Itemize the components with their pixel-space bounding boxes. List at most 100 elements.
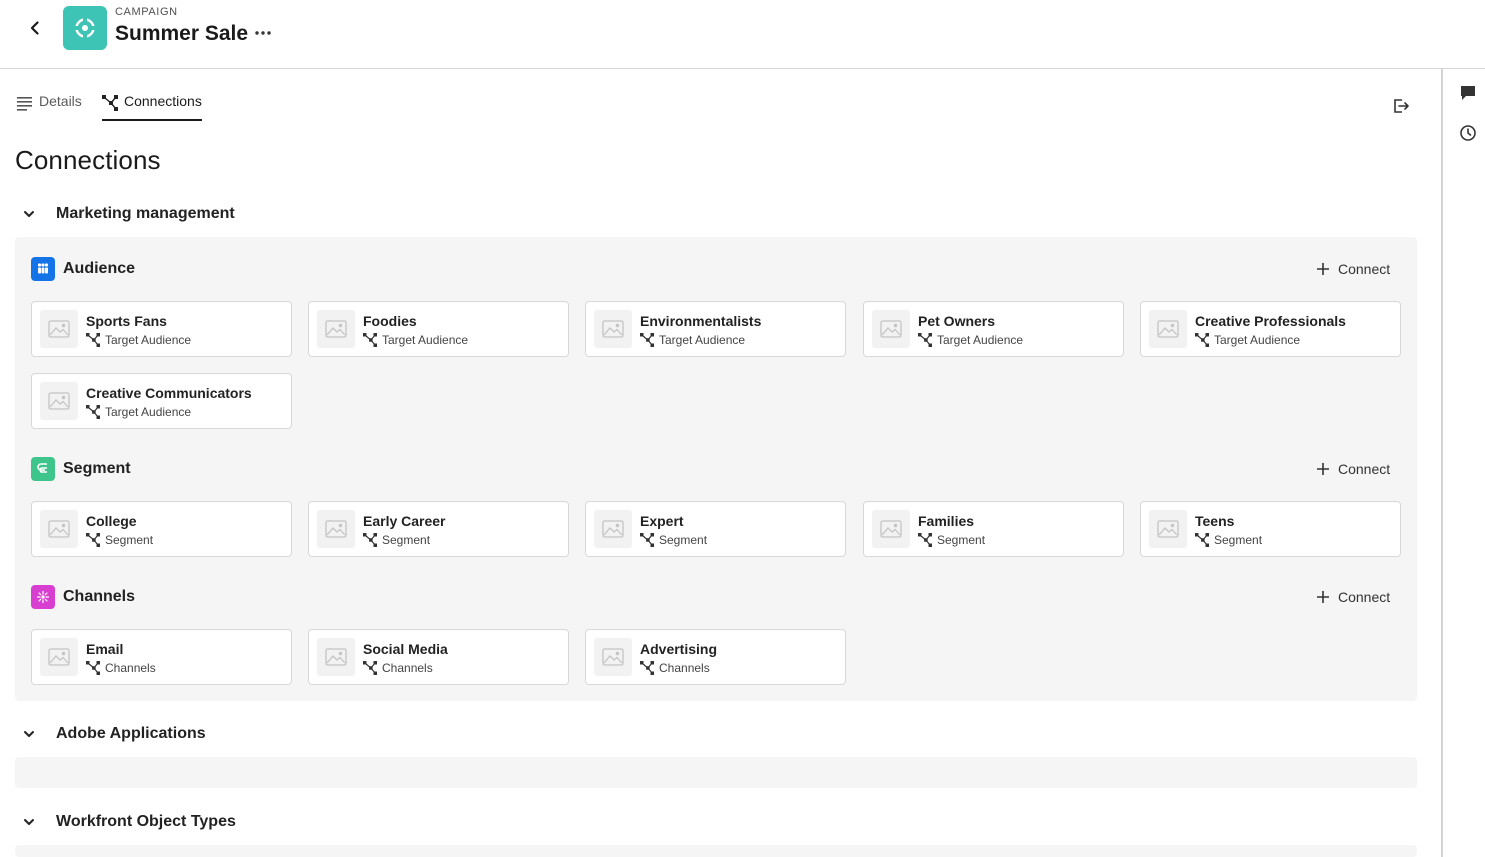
audience-card[interactable]: Foodies Target Audience [308,301,569,357]
card-subtitle: Target Audience [86,333,191,347]
audience-card[interactable]: Pet Owners Target Audience [863,301,1124,357]
image-icon [1157,520,1179,538]
audience-card[interactable]: Environmentalists Target Audience [585,301,846,357]
thumbnail [872,510,910,548]
card-type: Channels [382,661,433,675]
section-marketing-toggle[interactable]: Marketing management [22,203,235,225]
image-icon [325,320,347,338]
image-icon [325,648,347,666]
export-button[interactable] [1390,95,1412,117]
group-audience-label: Audience [63,260,136,277]
audience-card[interactable]: Creative Professionals Target Audience [1140,301,1401,357]
channels-icon [31,585,55,609]
card-type: Segment [937,533,986,547]
card-type: Channels [105,661,156,675]
card-type: Segment [382,533,431,547]
section-adobe-toggle[interactable]: Adobe Applications [22,723,206,745]
audience-connect-label: Connect [1338,261,1391,277]
history-icon [1460,125,1476,141]
object-type-label: CAMPAIGN [115,6,178,18]
card-type: Segment [1214,533,1263,547]
connection-icon [640,533,654,547]
channels-connect-button[interactable]: Connect [1316,586,1390,608]
section-adobe-label: Adobe Applications [56,725,206,742]
image-icon [880,320,902,338]
card-type: Target Audience [382,333,469,347]
card-title: Environmentalists [640,313,762,329]
audience-card[interactable]: Creative Communicators Target Audience [31,373,292,429]
page-title-header: Summer Sale [115,22,249,45]
card-title: Creative Professionals [1195,313,1346,329]
comment-icon [1461,86,1475,100]
thumbnail [317,638,355,676]
thumbnail [1149,510,1187,548]
audience-connect-button[interactable]: Connect [1316,258,1390,280]
history-button[interactable] [1457,122,1479,144]
image-icon [602,320,624,338]
chevron-down-icon [22,815,36,829]
card-type: Segment [105,533,154,547]
section-marketing-label: Marketing management [56,205,235,222]
tab-connections[interactable]: Connections [102,93,202,121]
thumbnail [40,638,78,676]
segment-card[interactable]: Expert Segment [585,501,846,557]
thumbnail [40,510,78,548]
audience-card[interactable]: Sports Fans Target Audience [31,301,292,357]
card-subtitle: Channels [640,661,710,675]
thumbnail [594,310,632,348]
card-type: Target Audience [105,405,192,419]
card-subtitle: Segment [363,533,430,547]
segment-card[interactable]: Teens Segment [1140,501,1401,557]
connection-icon [86,405,100,419]
image-icon [602,520,624,538]
connection-icon [86,533,100,547]
card-subtitle: Target Audience [918,333,1023,347]
connection-icon [86,333,100,347]
connection-icon [1195,533,1209,547]
card-subtitle: Target Audience [640,333,745,347]
card-subtitle: Target Audience [86,405,191,419]
connection-icon [1195,333,1209,347]
group-channels-header: Channels [31,585,135,609]
connection-icon [640,661,654,675]
card-type: Segment [659,533,708,547]
more-icon [255,31,271,35]
chevron-left-icon [30,21,39,35]
image-icon [325,520,347,538]
export-icon [1394,99,1409,113]
card-title: College [86,513,137,529]
right-rail-divider [1441,69,1443,857]
image-icon [1157,320,1179,338]
more-button[interactable] [252,22,274,44]
segment-icon [31,457,55,481]
tab-details[interactable]: Details [17,93,82,121]
channels-card[interactable]: Email Channels [31,629,292,685]
card-title: Foodies [363,313,417,329]
segment-card[interactable]: Families Segment [863,501,1124,557]
chevron-down-icon [22,207,36,221]
channels-card[interactable]: Advertising Channels [585,629,846,685]
card-subtitle: Target Audience [1195,333,1300,347]
comments-button[interactable] [1457,82,1479,104]
group-channels-label: Channels [63,588,136,605]
image-icon [48,320,70,338]
list-icon [17,95,33,111]
card-type: Target Audience [1214,333,1301,347]
back-button[interactable] [22,15,48,41]
segment-card[interactable]: College Segment [31,501,292,557]
card-type: Target Audience [659,333,746,347]
card-type: Target Audience [937,333,1024,347]
image-icon [880,520,902,538]
section-workfront-toggle[interactable]: Workfront Object Types [22,811,236,833]
segment-connect-button[interactable]: Connect [1316,458,1390,480]
image-icon [48,648,70,666]
audience-icon [31,257,55,281]
card-subtitle: Segment [640,533,707,547]
connection-icon [363,533,377,547]
card-subtitle: Segment [918,533,985,547]
connection-icon [102,95,118,111]
channels-card[interactable]: Social Media Channels [308,629,569,685]
thumbnail [317,310,355,348]
segment-card[interactable]: Early Career Segment [308,501,569,557]
card-title: Early Career [363,513,446,529]
